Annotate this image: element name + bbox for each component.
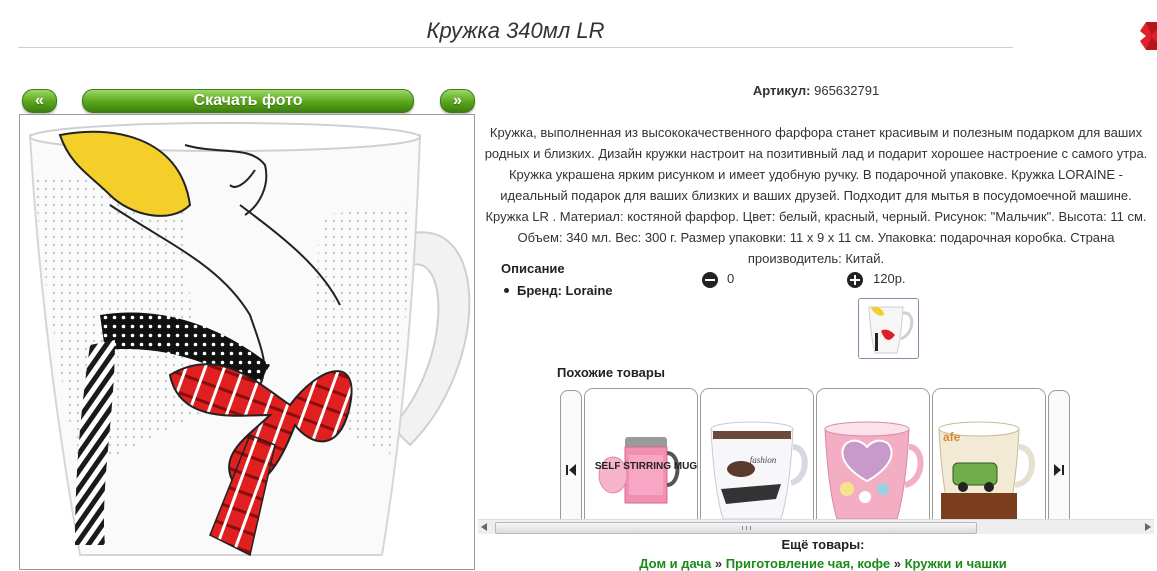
page-title: Кружка 340мл LR [426,18,605,43]
more-products-heading: Ещё товары: [781,537,865,552]
carousel-scrollbar[interactable] [478,519,1154,534]
self-stirring-mug-image: SELF STIRRING MUG [585,389,697,522]
breadcrumb-separator: » [893,556,901,571]
article-line: Артикул: 965632791 [480,83,1152,98]
price-value: 120р. [873,271,906,286]
prev-photo-button[interactable]: « [22,89,57,113]
similar-product-card[interactable]: SELF STIRRING MUG [584,388,698,522]
breadcrumb-link-home-garden[interactable]: Дом и дача [639,556,711,571]
mug-thumbnail-image [859,299,918,358]
similar-product-card[interactable]: fashion [700,388,814,522]
download-photo-button[interactable]: Скачать фото [82,89,414,113]
breadcrumb-link-mugs-cups[interactable]: Кружки и чашки [905,556,1007,571]
grip-icon [742,526,751,530]
skip-forward-icon [1054,464,1064,476]
title-divider [18,47,1013,48]
similar-products-heading: Похожие товары [557,365,665,380]
product-description: Кружка, выполненная из высококачественно… [484,125,1148,266]
photo-thumbnail[interactable] [858,298,919,359]
brand-label: Бренд: Loraine [517,283,613,298]
breadcrumb-separator: » [714,556,723,571]
close-x-icon [1140,22,1157,50]
description-heading: Описание [501,261,565,276]
breadcrumb-link-tea-coffee[interactable]: Приготовление чая, кофе [726,556,890,571]
close-button[interactable] [1138,22,1157,50]
card-2-caption: fashion [750,455,777,465]
bullet-icon [504,288,509,294]
carousel-next-button[interactable] [1048,390,1070,521]
card-4-caption: cafe car mug [979,514,985,516]
svg-text:afe: afe [943,430,961,444]
scrollbar-thumb[interactable] [495,522,977,534]
scroll-right-icon[interactable] [1144,523,1151,531]
next-photo-button[interactable]: » [440,89,475,113]
cafe-car-mug-image: afe cafe car mug [933,389,1045,522]
article-value: 965632791 [814,83,880,98]
similar-product-card[interactable]: heart mug [816,388,930,522]
brand-list-item: Бренд: Loraine [504,283,613,298]
fashion-mug-image: fashion [701,389,813,522]
mug-illustration [20,115,474,569]
plus-circle-icon[interactable] [847,272,863,288]
quantity-value: 0 [727,271,735,286]
carousel-prev-button[interactable] [560,390,582,521]
minus-circle-icon[interactable] [702,272,718,288]
breadcrumb: Дом и дача » Приготовление чая, кофе » К… [478,556,1157,571]
skip-back-icon [566,464,576,476]
scroll-left-icon[interactable] [481,523,488,531]
heart-mug-image: heart mug [817,389,929,522]
article-label: Артикул: [752,83,811,98]
similar-product-card[interactable]: afe cafe car mug [932,388,1046,522]
product-photo [19,114,475,570]
card-1-caption: SELF STIRRING MUG [595,461,697,472]
